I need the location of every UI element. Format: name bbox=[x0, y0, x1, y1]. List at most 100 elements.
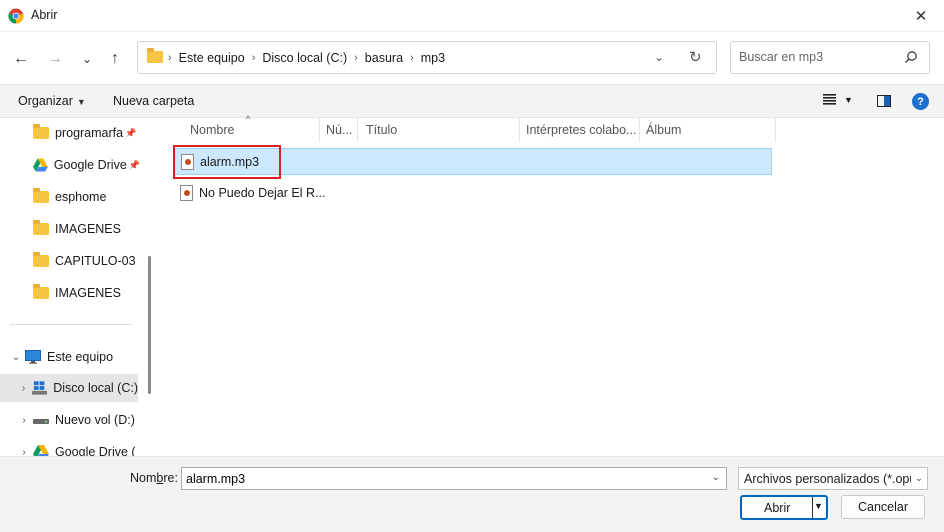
windows-drive-icon bbox=[32, 381, 48, 395]
split-divider bbox=[812, 497, 813, 518]
sidebar-item-label: Google Drive bbox=[53, 158, 127, 172]
sidebar-divider bbox=[10, 324, 132, 325]
sidebar-item-label: Google Drive ( bbox=[55, 445, 136, 456]
filename-combobox[interactable]: ⌄ bbox=[181, 467, 727, 490]
sidebar-item-imagenes[interactable]: IMAGENES bbox=[0, 215, 140, 243]
sidebar-item-label: CAPITULO-03 bbox=[55, 254, 136, 268]
view-options-button[interactable]: ▼ bbox=[823, 94, 853, 105]
column-header-title[interactable]: Título bbox=[366, 118, 397, 142]
recent-locations-chevron-icon[interactable]: ⌄ bbox=[76, 48, 98, 70]
file-name-bar: Nombre: ⌄ Archivos personalizados (*.opu… bbox=[0, 456, 944, 532]
filename-field[interactable] bbox=[186, 472, 696, 486]
highlight-box-selected-file bbox=[173, 145, 281, 179]
column-header-artists[interactable]: Intérpretes colabo... bbox=[526, 118, 636, 142]
folder-icon bbox=[33, 124, 49, 140]
sort-ascending-icon: ^ bbox=[246, 114, 251, 124]
close-icon[interactable]: ✕ bbox=[898, 0, 944, 32]
column-divider[interactable] bbox=[519, 118, 520, 142]
sidebar-item-disco-local[interactable]: › Disco local (C:) bbox=[0, 374, 138, 402]
cancel-button[interactable]: Cancelar bbox=[841, 495, 925, 519]
forward-arrow-icon[interactable]: → bbox=[44, 48, 66, 70]
preview-pane-icon[interactable] bbox=[877, 95, 891, 107]
breadcrumb-separator[interactable]: › bbox=[410, 52, 414, 64]
organize-button[interactable]: Organizar ▼ bbox=[18, 94, 86, 108]
google-drive-icon bbox=[33, 158, 48, 172]
column-header-number[interactable]: Nú... bbox=[326, 118, 352, 142]
sidebar-item-nuevo-vol[interactable]: › Nuevo vol (D:) bbox=[0, 406, 140, 434]
column-divider[interactable] bbox=[775, 118, 776, 142]
sidebar-scrollbar[interactable] bbox=[146, 118, 156, 456]
chevron-down-icon[interactable]: ⌄ bbox=[654, 50, 664, 64]
breadcrumb-separator[interactable]: › bbox=[168, 52, 172, 64]
audio-file-icon bbox=[180, 184, 193, 201]
column-divider[interactable] bbox=[639, 118, 640, 142]
sidebar-item-label: Nuevo vol (D:) bbox=[55, 413, 135, 427]
caret-down-icon[interactable]: ▼ bbox=[814, 501, 823, 511]
folder-icon bbox=[147, 48, 163, 66]
sidebar-item-capitulo-03[interactable]: CAPITULO-03 bbox=[0, 247, 140, 275]
breadcrumb-disco-local[interactable]: Disco local (C:) bbox=[262, 51, 347, 65]
pin-icon: 📌 bbox=[128, 159, 140, 170]
file-type-value: Archivos personalizados (*.opus bbox=[744, 472, 923, 486]
pin-icon: 📌 bbox=[125, 127, 137, 138]
chevron-right-icon[interactable]: › bbox=[15, 415, 33, 426]
search-box[interactable] bbox=[730, 41, 930, 74]
refresh-icon[interactable]: ↻ bbox=[689, 48, 702, 66]
breadcrumb-separator[interactable]: › bbox=[354, 52, 358, 64]
navigation-bar: ← → ⌄ ↑ › Este equipo › Disco local (C:)… bbox=[0, 32, 944, 84]
file-row-no-puedo-dejar[interactable]: No Puedo Dejar El R... bbox=[174, 179, 772, 206]
drive-icon bbox=[33, 419, 49, 424]
folder-icon bbox=[33, 188, 49, 204]
sidebar-item-esphome[interactable]: esphome bbox=[0, 183, 140, 211]
caret-down-icon: ▼ bbox=[844, 94, 853, 105]
sidebar-item-este-equipo[interactable]: ⌄ Este equipo bbox=[0, 343, 140, 371]
column-header-name[interactable]: Nombre bbox=[190, 118, 234, 142]
search-input[interactable] bbox=[739, 50, 899, 64]
column-header-album[interactable]: Álbum bbox=[646, 118, 681, 142]
new-folder-button[interactable]: Nueva carpeta bbox=[113, 94, 194, 108]
column-divider[interactable] bbox=[357, 118, 358, 142]
organize-label: Organizar bbox=[18, 94, 73, 108]
chrome-icon bbox=[8, 8, 24, 24]
back-arrow-icon[interactable]: ← bbox=[10, 48, 32, 70]
sidebar-item-label: Este equipo bbox=[47, 350, 114, 364]
breadcrumb-este-equipo[interactable]: Este equipo bbox=[179, 51, 245, 65]
sidebar-item-google-drive[interactable]: Google Drive 📌 bbox=[0, 151, 140, 179]
sidebar-item-label: programarfa bbox=[55, 126, 124, 140]
command-bar: Organizar ▼ Nueva carpeta ▼ ? bbox=[0, 84, 944, 118]
scrollbar-thumb[interactable] bbox=[148, 256, 151, 394]
sidebar-item-label: Disco local (C:) bbox=[53, 381, 138, 395]
chevron-right-icon[interactable]: › bbox=[15, 383, 32, 394]
open-button[interactable]: Abrir ▼ bbox=[740, 495, 828, 520]
chevron-down-icon[interactable]: ⌄ bbox=[7, 352, 25, 363]
breadcrumb-mp3[interactable]: mp3 bbox=[421, 51, 445, 65]
sidebar-item-label: esphome bbox=[55, 190, 107, 204]
breadcrumb: › Este equipo › Disco local (C:) › basur… bbox=[168, 51, 445, 65]
chevron-down-icon[interactable]: ⌄ bbox=[911, 468, 927, 489]
navigation-pane: programarfa 📌 Google Drive 📌 esphome IMA… bbox=[0, 118, 146, 456]
sidebar-item-google-drive-mount[interactable]: › Google Drive ( bbox=[0, 438, 140, 456]
file-name: No Puedo Dejar El R... bbox=[199, 185, 326, 200]
sidebar-item-label: IMAGENES bbox=[55, 286, 121, 300]
up-arrow-icon[interactable]: ↑ bbox=[104, 48, 126, 70]
file-type-select[interactable]: Archivos personalizados (*.opus ⌄ bbox=[738, 467, 928, 490]
help-icon[interactable]: ? bbox=[912, 93, 929, 110]
title-bar: Abrir ✕ bbox=[0, 0, 944, 32]
chevron-right-icon[interactable]: › bbox=[15, 447, 33, 457]
sidebar-item-imagenes-2[interactable]: IMAGENES bbox=[0, 279, 140, 307]
caret-down-icon: ▼ bbox=[76, 97, 86, 107]
search-icon bbox=[905, 51, 917, 63]
address-bar[interactable]: › Este equipo › Disco local (C:) › basur… bbox=[137, 41, 717, 74]
window-title: Abrir bbox=[31, 8, 58, 22]
breadcrumb-basura[interactable]: basura bbox=[365, 51, 403, 65]
chevron-down-icon[interactable]: ⌄ bbox=[712, 472, 720, 483]
list-view-icon bbox=[823, 94, 836, 105]
sidebar-item-programarfa[interactable]: programarfa 📌 bbox=[0, 119, 140, 147]
folder-icon bbox=[33, 220, 49, 236]
folder-icon bbox=[33, 284, 49, 300]
column-divider[interactable] bbox=[319, 118, 320, 142]
breadcrumb-separator[interactable]: › bbox=[252, 52, 256, 64]
sidebar-item-label: IMAGENES bbox=[55, 222, 121, 236]
google-drive-icon bbox=[33, 445, 49, 456]
folder-icon bbox=[33, 252, 49, 268]
